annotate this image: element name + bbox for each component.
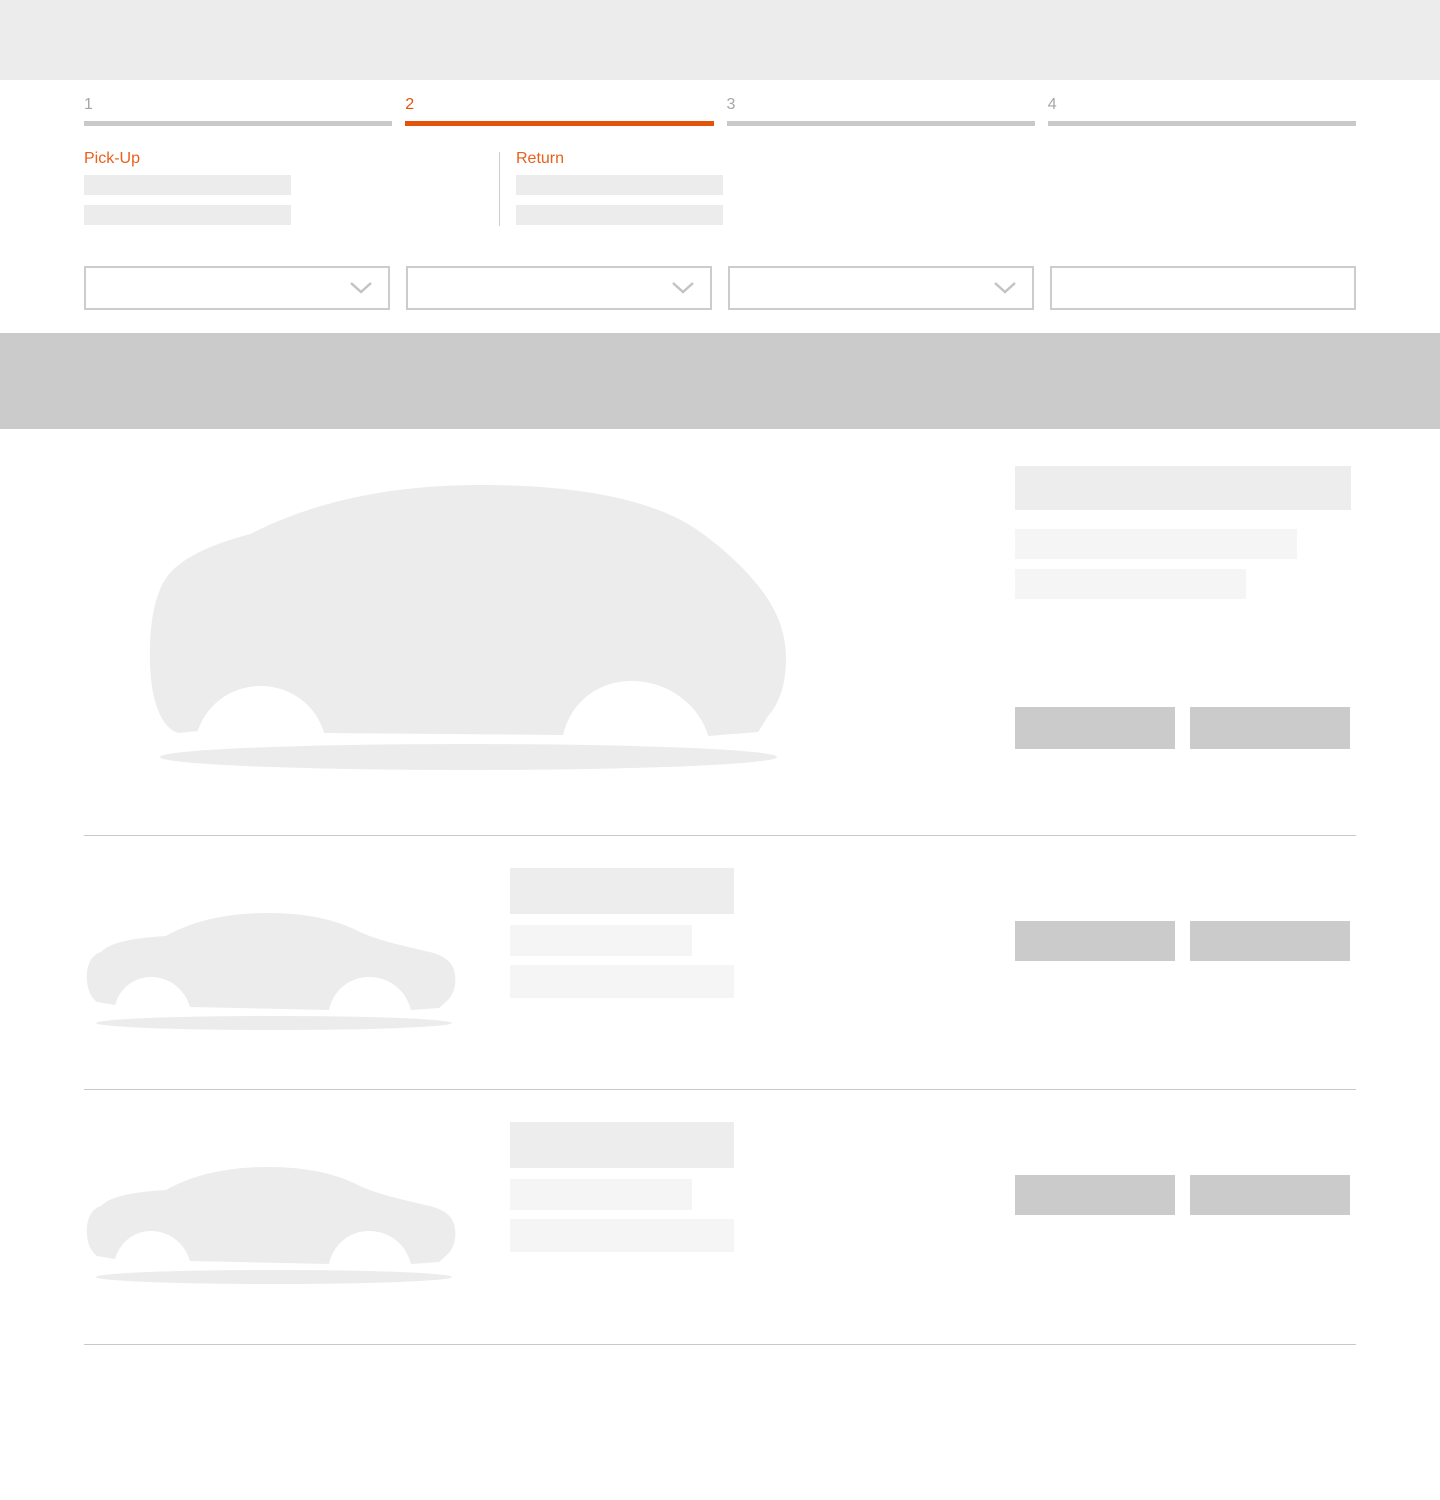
chevron-down-icon (994, 282, 1016, 294)
filter-input-4[interactable] (1050, 266, 1356, 310)
return-summary: Return (516, 150, 723, 235)
top-header-bar (0, 0, 1440, 80)
booking-page: 1 2 3 4 Pick-Up Return (0, 0, 1440, 1500)
vehicle-3-detail-placeholder-2 (510, 1219, 734, 1252)
vehicle-card-3 (0, 1090, 1440, 1345)
vehicle-3-option-button-1[interactable] (1015, 1175, 1175, 1215)
step-1-number: 1 (84, 96, 392, 114)
chevron-down-icon (350, 282, 372, 294)
return-label: Return (516, 150, 723, 168)
vehicle-3-option-button-2[interactable] (1190, 1175, 1350, 1215)
step-2[interactable]: 2 (405, 96, 713, 126)
step-3-number: 3 (727, 96, 1035, 114)
chevron-down-icon (672, 282, 694, 294)
pickup-label: Pick-Up (84, 150, 291, 168)
sedan-silhouette (84, 1159, 463, 1289)
sedan-silhouette (84, 905, 463, 1035)
filter-dropdown-2[interactable] (406, 266, 712, 310)
booking-stepper: 1 2 3 4 (84, 96, 1356, 126)
return-datetime-placeholder (516, 205, 723, 225)
filter-dropdown-1[interactable] (84, 266, 390, 310)
vehicle-2-name-placeholder (510, 868, 734, 914)
vehicle-2-option-button-2[interactable] (1190, 921, 1350, 961)
return-location-placeholder (516, 175, 723, 195)
row-divider (84, 1344, 1356, 1345)
filter-bar (84, 266, 1356, 310)
step-4-number: 4 (1048, 96, 1356, 114)
step-1[interactable]: 1 (84, 96, 392, 126)
vehicle-2-option-button-1[interactable] (1015, 921, 1175, 961)
vehicle-1-name-placeholder (1015, 466, 1351, 510)
vehicle-1-option-button-2[interactable] (1190, 707, 1350, 749)
vehicle-1-detail-placeholder-1 (1015, 529, 1297, 559)
step-4-progress-bar (1048, 121, 1356, 126)
step-3-progress-bar (727, 121, 1035, 126)
step-4[interactable]: 4 (1048, 96, 1356, 126)
vehicle-1-detail-placeholder-2 (1015, 569, 1246, 599)
step-2-number: 2 (405, 96, 713, 114)
step-1-progress-bar (84, 121, 392, 126)
vehicle-card-1 (0, 429, 1440, 836)
pickup-location-placeholder (84, 175, 291, 195)
notice-banner (0, 333, 1440, 429)
vehicle-3-detail-placeholder-1 (510, 1179, 692, 1210)
pickup-datetime-placeholder (84, 205, 291, 225)
vehicle-3-name-placeholder (510, 1122, 734, 1168)
suv-silhouette (145, 481, 792, 776)
vehicle-2-detail-placeholder-1 (510, 925, 692, 956)
summary-divider (499, 152, 500, 226)
filter-dropdown-3[interactable] (728, 266, 1034, 310)
vehicle-1-option-button-1[interactable] (1015, 707, 1175, 749)
pickup-summary: Pick-Up (84, 150, 291, 235)
vehicle-card-2 (0, 836, 1440, 1090)
step-3[interactable]: 3 (727, 96, 1035, 126)
step-2-progress-bar (405, 121, 713, 126)
vehicle-2-detail-placeholder-2 (510, 965, 734, 998)
